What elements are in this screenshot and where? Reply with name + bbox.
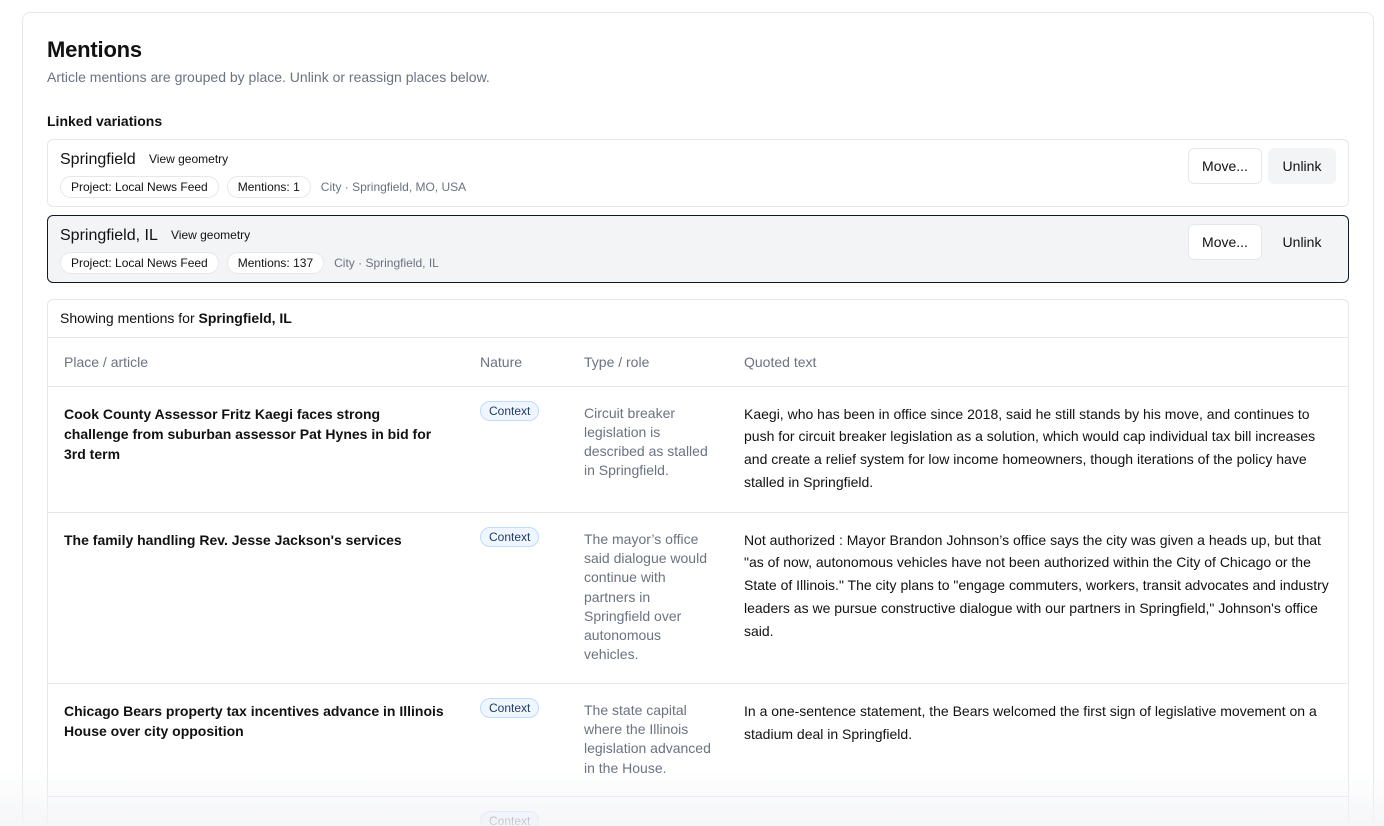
unlink-button[interactable]: Unlink bbox=[1268, 224, 1336, 260]
nature-cell: Context bbox=[464, 512, 568, 684]
variation-tags: Project: Local News Feed Mentions: 137 C… bbox=[60, 252, 439, 274]
variation-springfield[interactable]: Springfield View geometry Project: Local… bbox=[47, 139, 1349, 207]
table-row[interactable]: The family handling Rev. Jesse Jackson's… bbox=[48, 512, 1348, 684]
move-button[interactable]: Move... bbox=[1188, 148, 1262, 184]
nature-badge: Context bbox=[480, 400, 540, 421]
table-header-row: Place / article Nature Type / role Quote… bbox=[48, 338, 1348, 387]
column-header-nature: Nature bbox=[464, 338, 568, 387]
view-geometry-link[interactable]: View geometry bbox=[171, 228, 250, 242]
role-text: The mayor’s office said dialogue would c… bbox=[568, 512, 728, 684]
place-meta: City · Springfield, MO, USA bbox=[320, 180, 467, 194]
article-title: The family handling Rev. Jesse Jackson's… bbox=[48, 512, 464, 684]
nature-cell: Context bbox=[464, 796, 568, 826]
variation-name: Springfield bbox=[60, 151, 136, 168]
unlink-button[interactable]: Unlink bbox=[1268, 148, 1336, 184]
mentions-table: Place / article Nature Type / role Quote… bbox=[48, 338, 1348, 826]
quoted-text: In a one-sentence statement, the Bears w… bbox=[728, 683, 1348, 797]
table-row[interactable]: Chicago Bears property tax incentives ad… bbox=[48, 683, 1348, 797]
nature-cell: Context bbox=[464, 683, 568, 797]
column-header-quote: Quoted text bbox=[728, 338, 1348, 387]
move-button[interactable]: Move... bbox=[1188, 224, 1262, 260]
variation-name: Springfield, IL bbox=[60, 227, 158, 244]
project-pill: Project: Local News Feed bbox=[60, 252, 219, 274]
mentions-count-pill: Mentions: 1 bbox=[226, 176, 311, 198]
nature-badge: Context bbox=[480, 526, 540, 547]
quoted-text: Not authorized : Mayor Brandon Johnson’s… bbox=[728, 512, 1348, 684]
article-title bbox=[48, 796, 464, 826]
mentions-table-panel: Showing mentions for Springfield, IL Pla… bbox=[47, 299, 1349, 826]
nature-cell: Context bbox=[464, 386, 568, 513]
nature-badge: Context bbox=[480, 810, 540, 826]
view-geometry-link[interactable]: View geometry bbox=[149, 152, 228, 166]
mentions-count-pill: Mentions: 137 bbox=[226, 252, 325, 274]
column-header-article: Place / article bbox=[48, 338, 464, 387]
variation-tags: Project: Local News Feed Mentions: 1 Cit… bbox=[60, 176, 466, 198]
page-title: Mentions bbox=[47, 37, 142, 62]
article-title: Chicago Bears property tax incentives ad… bbox=[48, 683, 464, 797]
showing-place: Springfield, IL bbox=[198, 310, 292, 326]
role-text bbox=[568, 796, 728, 826]
quoted-text bbox=[728, 796, 1348, 826]
table-row[interactable]: Cook County Assessor Fritz Kaegi faces s… bbox=[48, 386, 1348, 513]
variation-springfield-il[interactable]: Springfield, IL View geometry Project: L… bbox=[47, 215, 1349, 283]
table-row[interactable]: Context bbox=[48, 796, 1348, 826]
quoted-text: Kaegi, who has been in office since 2018… bbox=[728, 386, 1348, 513]
role-text: The state capital where the Illinois leg… bbox=[568, 683, 728, 797]
column-header-role: Type / role bbox=[568, 338, 728, 387]
nature-badge: Context bbox=[480, 697, 540, 718]
place-meta: City · Springfield, IL bbox=[334, 256, 439, 270]
mentions-header: Showing mentions for Springfield, IL bbox=[48, 300, 1348, 338]
project-pill: Project: Local News Feed bbox=[60, 176, 219, 198]
role-text: Circuit breaker legislation is described… bbox=[568, 386, 728, 513]
showing-prefix: Showing mentions for bbox=[60, 310, 195, 326]
article-title: Cook County Assessor Fritz Kaegi faces s… bbox=[48, 386, 464, 513]
mentions-panel: Mentions Article mentions are grouped by… bbox=[22, 12, 1374, 826]
page-subtitle: Article mentions are grouped by place. U… bbox=[47, 69, 490, 85]
linked-variations-label: Linked variations bbox=[47, 113, 163, 129]
